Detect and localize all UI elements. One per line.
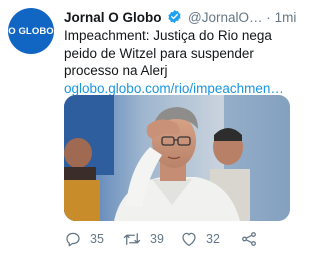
share-button[interactable] bbox=[240, 228, 266, 250]
like-button[interactable]: 32 bbox=[180, 228, 220, 250]
retweet-button[interactable]: 39 bbox=[122, 228, 164, 250]
reply-icon bbox=[66, 232, 80, 247]
photo-image bbox=[64, 95, 290, 221]
avatar-logo-text: O GLOBO bbox=[8, 25, 54, 37]
tweet-body: Impeachment: Justiça do Rio nega peido d… bbox=[64, 28, 272, 78]
verified-badge-icon bbox=[168, 9, 181, 24]
tweet[interactable]: O GLOBO Jornal O Globo @JornalO… · 1min … bbox=[0, 0, 300, 260]
like-count: 32 bbox=[206, 232, 220, 246]
tweet-link[interactable]: oglobo.globo.com/rio/impeachmen… bbox=[64, 81, 284, 96]
tweet-header: Jornal O Globo @JornalO… · 1min bbox=[64, 9, 296, 27]
reply-button[interactable]: 35 bbox=[64, 228, 104, 250]
like-icon bbox=[182, 232, 196, 247]
tweet-time[interactable]: 1min bbox=[275, 10, 296, 25]
retweet-icon bbox=[123, 233, 141, 245]
tweet-photo[interactable] bbox=[64, 95, 290, 221]
author-handle[interactable]: @JornalO… bbox=[188, 10, 262, 25]
author-name[interactable]: Jornal O Globo bbox=[64, 10, 162, 25]
tweet-actions: 35 39 32 bbox=[64, 228, 290, 250]
reply-count: 35 bbox=[90, 232, 104, 246]
separator-dot: · bbox=[266, 10, 271, 25]
share-icon bbox=[242, 232, 256, 246]
avatar[interactable]: O GLOBO bbox=[8, 8, 54, 54]
retweet-count: 39 bbox=[150, 232, 164, 246]
tweet-text: Impeachment: Justiça do Rio nega peido d… bbox=[64, 27, 296, 97]
